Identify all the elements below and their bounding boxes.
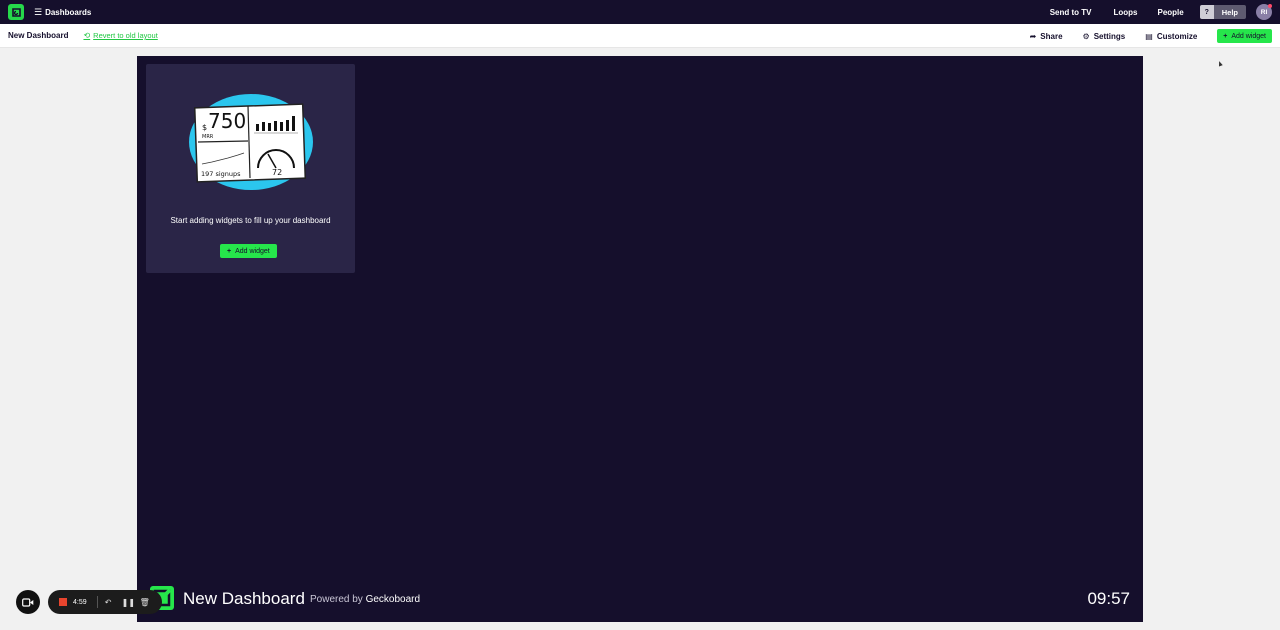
powered-by-prefix: Powered by bbox=[310, 594, 363, 605]
recording-divider bbox=[96, 596, 98, 608]
customize-label: Customize bbox=[1156, 31, 1198, 41]
revert-layout-label: Revert to old layout bbox=[93, 31, 158, 40]
share-label: Share bbox=[1040, 31, 1063, 41]
hamburger-menu-icon: ☰ bbox=[34, 6, 43, 17]
dashboard-canvas: $ 750 MRR 197 signups 72 Start adding wi… bbox=[137, 56, 1143, 622]
pause-icon[interactable]: ❚❚ bbox=[122, 598, 135, 607]
undo-icon[interactable]: ↶ bbox=[104, 598, 113, 607]
dashboard-illustration-icon: $ 750 MRR 197 signups 72 bbox=[189, 94, 313, 190]
stop-recording-icon[interactable] bbox=[59, 598, 67, 606]
illustration-signups: 197 signups bbox=[201, 170, 241, 178]
add-widget-button[interactable]: + Add widget bbox=[1217, 29, 1272, 43]
gear-icon: ⚙ bbox=[1082, 31, 1090, 41]
illustration-big-number: 750 bbox=[208, 109, 246, 133]
customize-panel-icon: ▤ bbox=[1145, 31, 1153, 41]
trash-icon[interactable]: 🗑 bbox=[140, 598, 150, 607]
empty-state-message: Start adding widgets to fill up your das… bbox=[170, 216, 331, 225]
card-add-widget-label: Add widget bbox=[235, 247, 270, 255]
settings-button[interactable]: ⚙ Settings bbox=[1083, 32, 1126, 41]
top-navigation-bar: ☰ Dashboards Send to TV Loops People ? H… bbox=[0, 0, 1280, 24]
mouse-cursor-icon bbox=[1217, 60, 1223, 67]
help-question-icon: ? bbox=[1199, 5, 1214, 19]
customize-button[interactable]: ▤ Customize bbox=[1145, 32, 1197, 41]
recording-timer: 4:59 bbox=[73, 598, 87, 606]
illustration-big-number-caption: MRR bbox=[202, 134, 214, 140]
illustration-currency: $ bbox=[202, 123, 207, 132]
share-arrow-icon: ➦ bbox=[1029, 31, 1037, 41]
help-label: Help bbox=[1213, 5, 1246, 19]
card-add-widget-button[interactable]: + Add widget bbox=[220, 244, 277, 258]
user-avatar[interactable]: RI bbox=[1256, 4, 1272, 20]
revert-history-icon: ⟲ bbox=[83, 31, 91, 40]
powered-by-text: Powered by Geckoboard bbox=[310, 594, 420, 605]
footer-dashboard-name: New Dashboard bbox=[183, 589, 305, 608]
help-button[interactable]: ? Help bbox=[1199, 5, 1246, 19]
dashboard-clock: 09:57 bbox=[1087, 589, 1130, 608]
dashboard-toolbar: New Dashboard ⟲ Revert to old layout ➦ S… bbox=[0, 24, 1280, 48]
recording-controls: 4:59 ↶ ❚❚ 🗑 bbox=[48, 590, 162, 614]
powered-by-brand: Geckoboard bbox=[365, 594, 421, 605]
send-to-tv-link[interactable]: Send to TV bbox=[1050, 8, 1092, 17]
video-camera-icon bbox=[22, 597, 34, 607]
dashboard-title[interactable]: New Dashboard bbox=[8, 31, 68, 40]
people-link[interactable]: People bbox=[1158, 8, 1184, 17]
plus-icon: + bbox=[1223, 32, 1228, 40]
add-widget-label: Add widget bbox=[1231, 32, 1266, 40]
illustration-gauge-value: 72 bbox=[272, 168, 282, 177]
empty-state-card: $ 750 MRR 197 signups 72 Start adding wi… bbox=[146, 64, 355, 273]
plus-icon: + bbox=[227, 247, 232, 255]
loops-link[interactable]: Loops bbox=[1114, 8, 1138, 17]
geckoboard-logo-icon[interactable] bbox=[8, 4, 24, 20]
dashboards-menu-label: Dashboards bbox=[45, 7, 92, 17]
revert-layout-link[interactable]: ⟲ Revert to old layout bbox=[83, 31, 157, 40]
dashboards-menu-button[interactable]: ☰ Dashboards bbox=[34, 7, 91, 18]
camera-toggle-button[interactable] bbox=[16, 590, 40, 614]
share-button[interactable]: ➦ Share bbox=[1030, 32, 1063, 41]
settings-label: Settings bbox=[1093, 31, 1126, 41]
